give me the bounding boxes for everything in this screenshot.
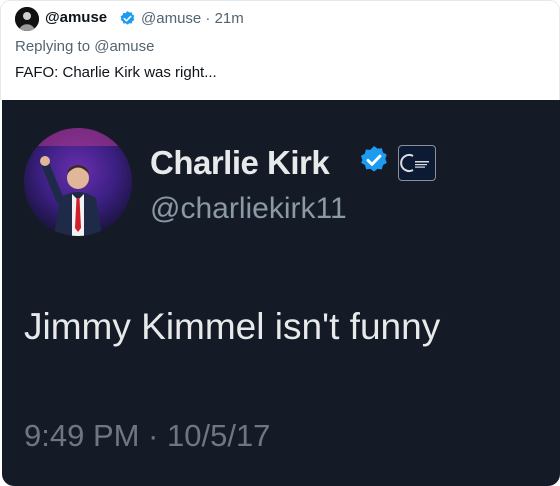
reply-tweet[interactable]: @amuse @amuse · 21m Replying to @amuse F…	[0, 0, 560, 100]
organization-badge-icon	[398, 145, 436, 181]
verified-badge-icon	[120, 11, 135, 25]
replying-to-label[interactable]: Replying to @amuse	[15, 38, 154, 55]
avatar[interactable]	[15, 7, 39, 31]
embedded-timestamp: 9:49 PM · 10/5/17	[24, 418, 271, 453]
author-handle: @amuse · 21m	[141, 10, 244, 27]
embedded-tweet-text: Jimmy Kimmel isn't funny	[24, 306, 441, 347]
embedded-author-name: Charlie Kirk	[150, 144, 330, 181]
embedded-avatar	[24, 128, 132, 236]
verified-badge-icon	[360, 146, 387, 172]
embedded-tweet-image[interactable]: Charlie Kirk @charliekirk11 Jimmy Kimmel…	[2, 100, 560, 486]
author-name[interactable]: @amuse	[45, 9, 107, 26]
embedded-author-handle: @charliekirk11	[150, 192, 347, 225]
tweet-text: FAFO: Charlie Kirk was right...	[15, 64, 217, 81]
